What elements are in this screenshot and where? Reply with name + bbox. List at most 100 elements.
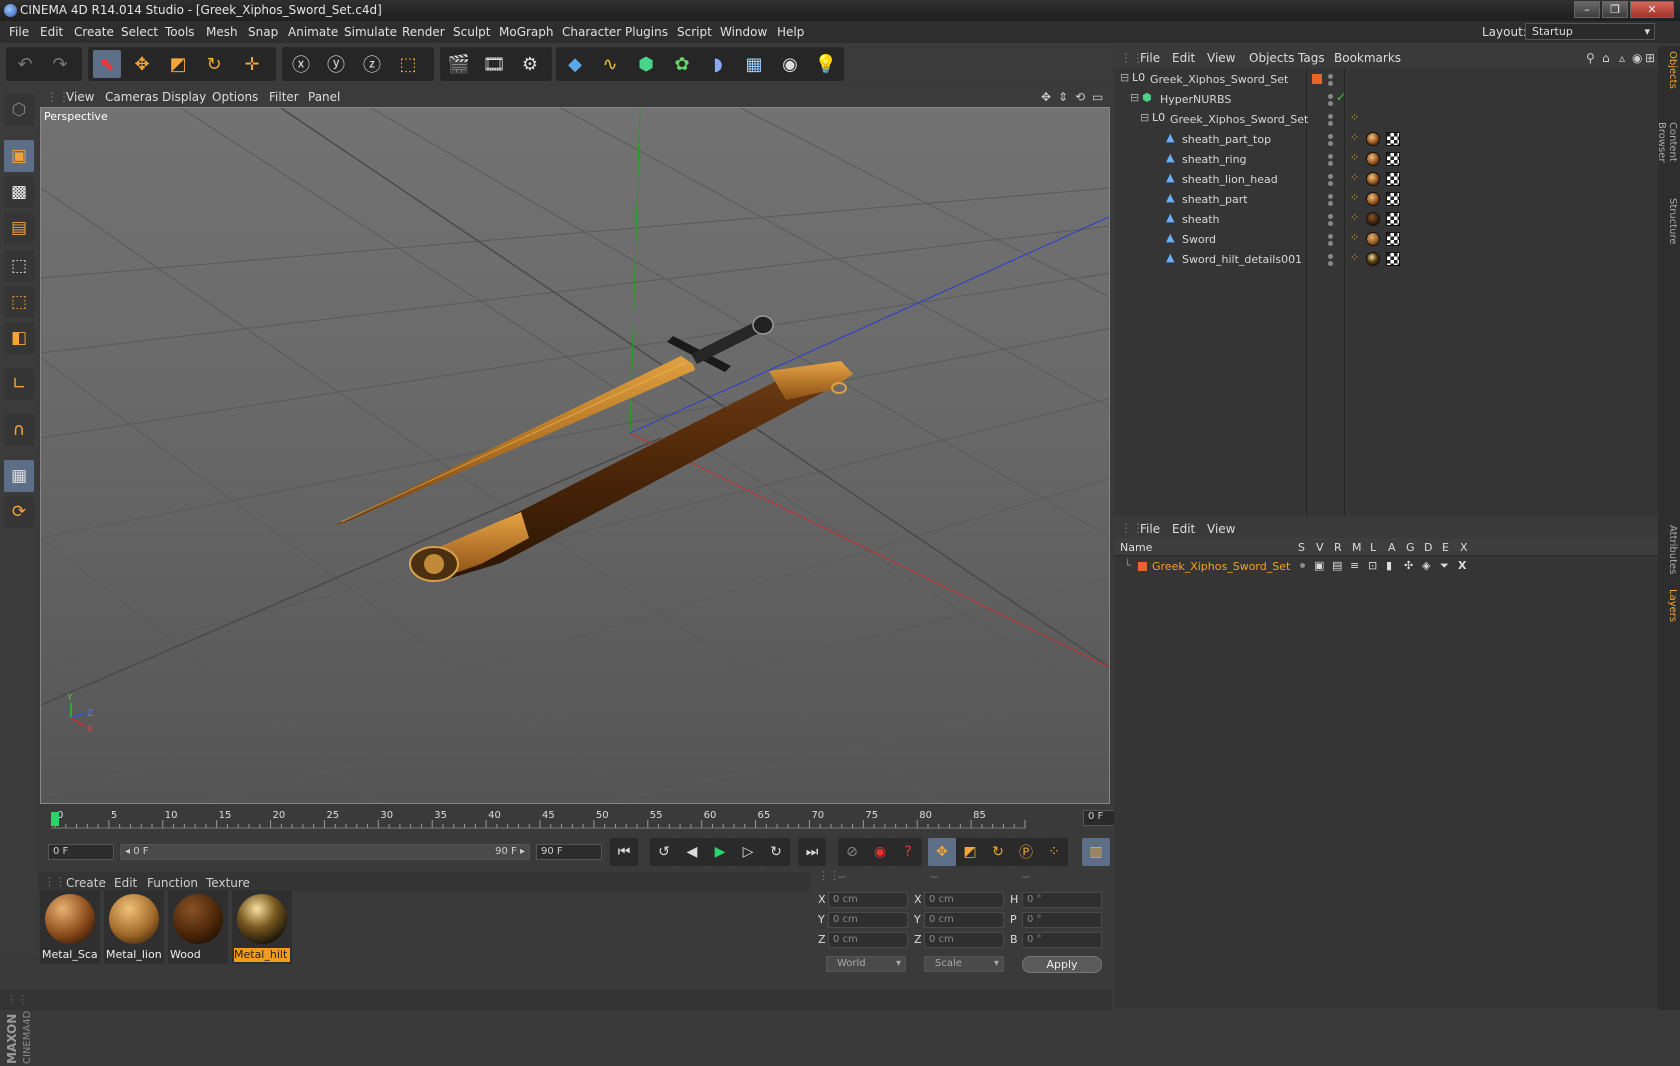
enabled-checkmark-icon[interactable]: ✓ bbox=[1336, 90, 1346, 104]
material-swatch[interactable]: Metal_Scab bbox=[40, 890, 100, 964]
floor-environment-icon[interactable]: ▦ bbox=[740, 50, 768, 78]
material-tag[interactable] bbox=[1366, 252, 1380, 266]
go-to-start-icon[interactable]: ⏮ bbox=[610, 838, 638, 866]
menu-snap[interactable]: Snap bbox=[248, 25, 278, 39]
phong-tag-icon[interactable]: ⁘ bbox=[1350, 191, 1359, 204]
editor-visibility-dot[interactable] bbox=[1328, 114, 1333, 119]
layer-color-swatch[interactable] bbox=[1138, 562, 1147, 571]
vp-menu-panel[interactable]: Panel bbox=[308, 90, 340, 104]
object-row[interactable]: ⊟ L0 Greek_Xiphos_Sword_Set bbox=[1114, 70, 1658, 90]
frame-ruler[interactable]: 051015202530354045505560657075808590 bbox=[51, 808, 1026, 834]
key-position-icon[interactable]: ✥ bbox=[928, 838, 956, 866]
play-icon[interactable]: ▶ bbox=[706, 838, 734, 866]
deformer-icon[interactable]: ◗ bbox=[704, 50, 732, 78]
menu-edit[interactable]: Edit bbox=[40, 25, 63, 39]
new-window-icon[interactable]: ⊞ bbox=[1645, 51, 1655, 65]
editor-visibility-dot[interactable] bbox=[1328, 194, 1333, 199]
snap-magnet-icon[interactable]: ∩ bbox=[4, 414, 34, 446]
uvw-tag[interactable] bbox=[1386, 252, 1400, 266]
search-icon[interactable]: ⚲ bbox=[1586, 51, 1595, 65]
render-visibility-dot[interactable] bbox=[1328, 141, 1333, 146]
phong-tag-icon[interactable]: ⁘ bbox=[1350, 251, 1359, 264]
layer-menu-file[interactable]: File bbox=[1140, 522, 1160, 536]
material-tag[interactable] bbox=[1366, 152, 1380, 166]
layer-manager-icon[interactable]: ≡ bbox=[1350, 559, 1359, 572]
tree-collapse-icon[interactable]: ⊟ bbox=[1120, 71, 1129, 84]
menu-simulate[interactable]: Simulate bbox=[344, 25, 397, 39]
menu-tools[interactable]: Tools bbox=[165, 25, 195, 39]
object-row[interactable]: ⊟ ⬢ HyperNURBS ✓ bbox=[1114, 90, 1658, 110]
model-mode-icon[interactable]: ▣ bbox=[4, 140, 34, 172]
eye-icon[interactable]: ◉ bbox=[1632, 51, 1642, 65]
mat-menu-function[interactable]: Function bbox=[147, 876, 198, 890]
om-menu-bookmarks[interactable]: Bookmarks bbox=[1334, 51, 1401, 65]
next-frame-icon[interactable]: ▷ bbox=[734, 838, 762, 866]
render-visibility-dot[interactable] bbox=[1328, 181, 1333, 186]
mat-menu-texture[interactable]: Texture bbox=[206, 876, 250, 890]
render-visibility-dot[interactable] bbox=[1328, 81, 1333, 86]
render-visibility-dot[interactable] bbox=[1328, 241, 1333, 246]
phong-tag-icon[interactable]: ⁘ bbox=[1350, 151, 1359, 164]
layer-generators-icon[interactable]: ✣ bbox=[1404, 559, 1413, 572]
range-slider[interactable]: ◂ 0 F 90 F ▸ bbox=[120, 844, 530, 860]
workplane-mode-icon[interactable]: ▤ bbox=[4, 212, 34, 244]
zoom-view-icon[interactable]: ⇕ bbox=[1058, 90, 1068, 104]
vp-menu-cameras[interactable]: Cameras bbox=[105, 90, 158, 104]
pos-x-field[interactable]: 0 cm bbox=[828, 892, 908, 908]
phong-tag-icon[interactable]: ⁘ bbox=[1350, 111, 1359, 124]
layer-col-deformers[interactable]: D bbox=[1424, 541, 1432, 554]
camera-icon[interactable]: ◉ bbox=[776, 50, 804, 78]
coordinate-mode-select[interactable]: World ▾ bbox=[826, 956, 906, 972]
material-swatch-selected[interactable]: Metal_hilt bbox=[232, 890, 292, 964]
menu-file[interactable]: File bbox=[9, 25, 29, 39]
polygons-mode-icon[interactable]: ◧ bbox=[4, 322, 34, 354]
render-visibility-dot[interactable] bbox=[1328, 261, 1333, 266]
layer-deformers-icon[interactable]: ◈ bbox=[1422, 559, 1430, 572]
apply-button[interactable]: Apply bbox=[1022, 956, 1102, 973]
rotate-tool-icon[interactable]: ↻ bbox=[200, 50, 228, 78]
rot-h-field[interactable]: 0 ° bbox=[1022, 892, 1102, 908]
edges-mode-icon[interactable]: ⬚ bbox=[4, 286, 34, 318]
mograph-cloner-icon[interactable]: ✿ bbox=[668, 50, 696, 78]
phong-tag-icon[interactable]: ⁘ bbox=[1350, 231, 1359, 244]
menu-window[interactable]: Window bbox=[720, 25, 767, 39]
autokeying-icon[interactable]: ◉ bbox=[866, 838, 894, 866]
object-row[interactable]: ⊟ L0 Greek_Xiphos_Sword_Set ⁘ bbox=[1114, 110, 1658, 130]
vp-menu-options[interactable]: Options bbox=[212, 90, 258, 104]
uvw-tag[interactable] bbox=[1386, 172, 1400, 186]
vp-menu-display[interactable]: Display bbox=[162, 90, 206, 104]
object-row[interactable]: ▲ sheath_part_top ⁘ bbox=[1114, 130, 1658, 150]
mat-menu-edit[interactable]: Edit bbox=[114, 876, 137, 890]
editor-visibility-dot[interactable] bbox=[1328, 134, 1333, 139]
render-visibility-dot[interactable] bbox=[1328, 121, 1333, 126]
rot-p-field[interactable]: 0 ° bbox=[1022, 912, 1102, 928]
coordinate-system-icon[interactable]: ⬚ bbox=[394, 50, 422, 78]
tree-collapse-icon[interactable]: ⊟ bbox=[1140, 111, 1149, 124]
key-pla-icon[interactable]: ⁘ bbox=[1040, 838, 1068, 866]
layer-col-name[interactable]: Name bbox=[1120, 541, 1152, 554]
tab-layers[interactable]: Layers bbox=[1660, 586, 1678, 626]
minimize-button[interactable]: – bbox=[1574, 1, 1600, 18]
uvw-tag[interactable] bbox=[1386, 152, 1400, 166]
start-frame-field[interactable]: 0 F bbox=[48, 844, 114, 860]
editor-visibility-dot[interactable] bbox=[1328, 74, 1333, 79]
layer-menu-view[interactable]: View bbox=[1207, 522, 1235, 536]
timeline-window-icon[interactable]: ▥ bbox=[1082, 838, 1110, 866]
go-to-end-icon[interactable]: ⏭ bbox=[798, 838, 826, 866]
layer-animation-icon[interactable]: ▮ bbox=[1386, 559, 1392, 572]
layer-menu-edit[interactable]: Edit bbox=[1172, 522, 1195, 536]
material-tag[interactable] bbox=[1366, 192, 1380, 206]
uvw-tag[interactable] bbox=[1386, 212, 1400, 226]
material-tag[interactable] bbox=[1366, 232, 1380, 246]
layer-render-icon[interactable]: ▤ bbox=[1332, 559, 1342, 572]
mat-menu-create[interactable]: Create bbox=[66, 876, 106, 890]
om-menu-tags[interactable]: Tags bbox=[1298, 51, 1325, 65]
object-row[interactable]: ▲ sheath ⁘ bbox=[1114, 210, 1658, 230]
menu-mograph[interactable]: MoGraph bbox=[499, 25, 554, 39]
render-visibility-dot[interactable] bbox=[1328, 201, 1333, 206]
tab-structure[interactable]: Structure bbox=[1660, 196, 1678, 246]
locked-workplane-icon[interactable]: ▦ bbox=[4, 460, 34, 492]
render-visibility-dot[interactable] bbox=[1328, 101, 1333, 106]
perspective-viewport[interactable]: Y Z X Perspective bbox=[40, 107, 1110, 804]
om-menu-file[interactable]: File bbox=[1140, 51, 1160, 65]
